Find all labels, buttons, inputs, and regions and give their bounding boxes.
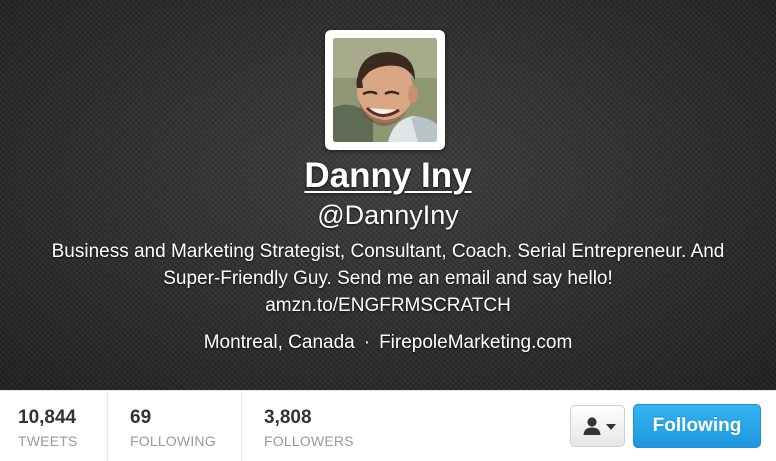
- user-actions-dropdown-button[interactable]: [570, 405, 625, 447]
- tweets-count: 10,844: [18, 407, 77, 428]
- avatar-frame[interactable]: [325, 30, 445, 150]
- stat-following[interactable]: 69 FOLLOWING: [108, 391, 242, 461]
- followers-count: 3,808: [264, 407, 312, 428]
- profile-card: Danny Iny @DannyIny Business and Marketi…: [0, 0, 776, 461]
- profile-location: Montreal, Canada: [203, 332, 355, 353]
- avatar: [333, 38, 437, 142]
- profile-website-link[interactable]: FirepoleMarketing.com: [379, 332, 572, 353]
- user-icon: [583, 417, 601, 435]
- profile-header: Danny Iny @DannyIny Business and Marketi…: [0, 0, 776, 390]
- stat-followers[interactable]: 3,808 FOLLOWERS: [242, 391, 382, 461]
- followers-label: FOLLOWERS: [264, 433, 354, 449]
- profile-photo-icon: [333, 38, 437, 142]
- caret-down-icon: [606, 424, 616, 430]
- meta-separator: ·: [363, 332, 371, 353]
- following-count: 69: [130, 407, 152, 428]
- profile-handle: @DannyIny: [317, 200, 459, 230]
- tweets-label: TWEETS: [18, 433, 78, 449]
- stat-tweets[interactable]: 10,844 TWEETS: [0, 391, 108, 461]
- following-label: FOLLOWING: [130, 433, 216, 449]
- profile-meta: Montreal, Canada · FirepoleMarketing.com: [0, 332, 776, 354]
- profile-name[interactable]: Danny Iny: [0, 156, 776, 196]
- following-button[interactable]: Following: [633, 404, 761, 448]
- profile-bio: Business and Marketing Strategist, Consu…: [51, 241, 725, 316]
